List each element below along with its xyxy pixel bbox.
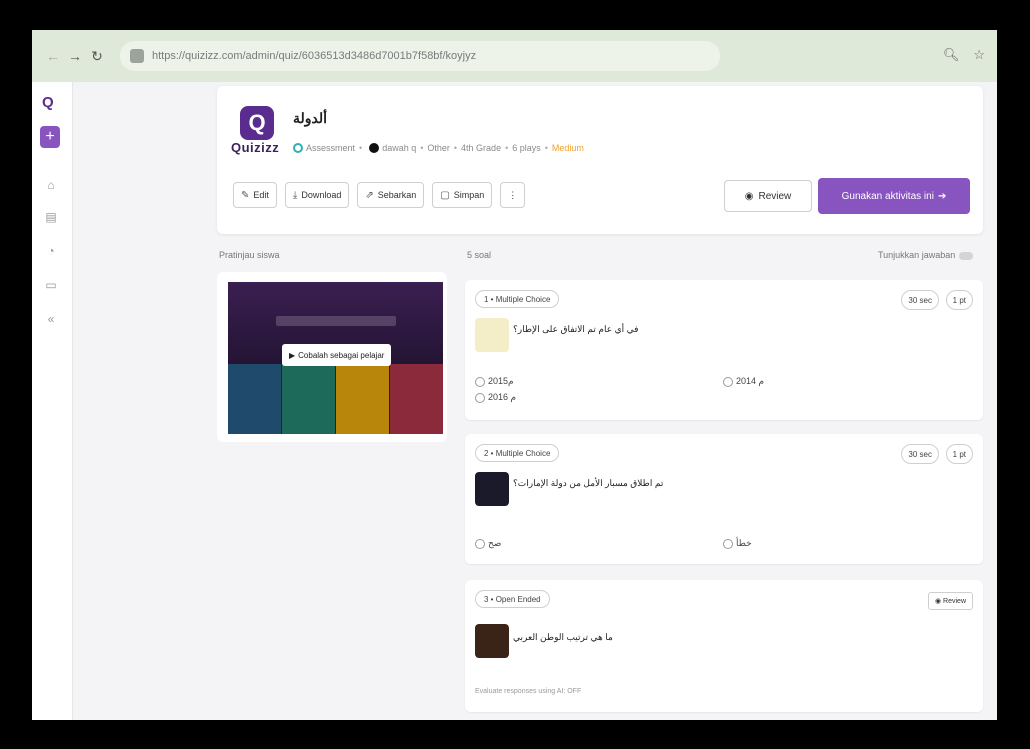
download-icon: ⤓ [292, 189, 298, 201]
quiz-header-card: Q Quizizz ألدولة Assessment • dawah q • … [217, 86, 983, 234]
home-icon[interactable]: ⌂ [43, 178, 59, 194]
question-card-3[interactable]: 3 • Open Ended ◉ Review ما هي ترتيب الوط… [465, 580, 983, 712]
question-type-badge: 3 • Open Ended [475, 590, 550, 608]
classes-icon[interactable]: ▭ [43, 278, 59, 294]
try-as-student-label: Cobalah sebagai pelajar [298, 350, 385, 360]
more-options-button[interactable]: ⋮ [500, 182, 526, 208]
site-info-icon[interactable] [130, 49, 144, 63]
question-image [475, 624, 509, 658]
review-label: Review [758, 190, 792, 202]
eye-icon: ◉ [744, 190, 754, 202]
question-count-label: 5 soal [467, 250, 492, 260]
download-button[interactable]: ⤓ Download [284, 182, 350, 208]
radio-icon [475, 376, 485, 387]
edit-label: Edit [253, 190, 269, 200]
library-icon[interactable]: ▤ [43, 210, 59, 226]
student-preview-card: ▶ Cobalah sebagai pelajar [217, 272, 447, 442]
question-type-badge: 1 • Multiple Choice [475, 290, 560, 308]
question-text: ما هي ترتيب الوطن العربي [513, 632, 613, 642]
preview-thumbnail: ▶ Cobalah sebagai pelajar [228, 282, 443, 434]
collapse-icon[interactable]: « [43, 312, 59, 328]
quiz-subject: Other [427, 143, 450, 153]
question-text: في أي عام تم الاتفاق على الإطار؟ [513, 324, 639, 334]
quizizz-logo-icon[interactable]: Q [42, 94, 54, 111]
question-card-1[interactable]: 1 • Multiple Choice 30 sec 1 pt في أي عا… [465, 280, 983, 420]
radio-icon [723, 538, 733, 549]
try-as-student-button[interactable]: ▶ Cobalah sebagai pelajar [282, 344, 392, 366]
arrow-right-icon: ➔ [937, 190, 947, 202]
edit-icon: ✎ [241, 189, 250, 201]
reload-icon[interactable]: ↻ [86, 48, 108, 65]
assign-activity-button[interactable]: Gunakan aktivitas ini ➔ [818, 178, 970, 214]
reports-icon[interactable]: ◔ [43, 244, 59, 260]
brand-wordmark: Quizizz [231, 140, 280, 155]
ai-eval-note: Evaluate responses using AI: OFF [475, 688, 582, 695]
answer-option: 2014 م [723, 376, 764, 387]
assessment-icon [293, 143, 303, 153]
preview-option-4 [390, 364, 443, 434]
preview-option-2 [282, 364, 335, 434]
answer-option: خطأ [723, 538, 752, 549]
question-card-2[interactable]: 2 • Multiple Choice 30 sec 1 pt تم اطلاق… [465, 434, 983, 564]
quiz-grade: 4th Grade [461, 143, 502, 153]
preview-option-1 [228, 364, 281, 434]
address-bar[interactable]: https://quizizz.com/admin/quiz/6036513d3… [120, 41, 720, 71]
forward-arrow-icon[interactable]: → [64, 48, 86, 64]
quiz-type: Assessment [306, 143, 356, 153]
toggle-switch[interactable] [959, 251, 974, 260]
share-button[interactable]: ⇗ Sebarkan [357, 182, 425, 208]
assign-label: Gunakan aktivitas ini [841, 190, 934, 202]
star-icon[interactable]: ☆ [973, 47, 985, 63]
show-answers-toggle[interactable]: Tunjukkan jawaban [878, 250, 974, 260]
quiz-title: ألدولة [293, 110, 328, 126]
browser-toolbar: ← → ↻ https://quizizz.com/admin/quiz/603… [32, 30, 997, 82]
time-pill: 30 sec [901, 444, 939, 464]
author-avatar [369, 143, 380, 153]
preview-question-text [276, 316, 396, 326]
show-answers-label: Tunjukkan jawaban [878, 250, 956, 260]
quiz-difficulty: Medium [551, 143, 584, 153]
create-button[interactable]: + [40, 126, 60, 148]
main-content: Q Quizizz ألدولة Assessment • dawah q • … [73, 82, 997, 720]
folder-icon: ▢ [440, 189, 450, 201]
share-icon: ⇗ [365, 189, 374, 201]
app-window: ← → ↻ https://quizizz.com/admin/quiz/603… [32, 30, 997, 720]
question-text: تم اطلاق مسبار الأمل من دولة الإمارات؟ [513, 478, 664, 488]
radio-icon [475, 538, 485, 549]
answer-option: 2016 م [475, 392, 516, 403]
quiz-toolbar: ✎ Edit ⤓ Download ⇗ Sebarkan ▢ Simpan ⋮ [233, 182, 526, 208]
back-arrow-icon[interactable]: ← [42, 48, 64, 64]
eye-icon: ◉ [934, 598, 944, 605]
answer-option: صح [475, 538, 501, 549]
radio-icon [475, 392, 485, 403]
quizizz-q-icon: Q [240, 106, 274, 140]
quiz-author[interactable]: dawah q [382, 143, 416, 153]
share-label: Sebarkan [377, 190, 417, 200]
preview-section-label: Pratinjau siswa [219, 250, 280, 260]
question-image [475, 318, 509, 352]
question-type-badge: 2 • Multiple Choice [475, 444, 560, 462]
time-pill: 30 sec [901, 290, 939, 310]
answer-option: 2015م [475, 376, 514, 387]
radio-icon [723, 376, 733, 387]
more-icon: ⋮ [508, 189, 518, 200]
question-review-button[interactable]: ◉ Review [927, 592, 973, 610]
url-text: https://quizizz.com/admin/quiz/6036513d3… [152, 50, 477, 62]
quiz-meta: Assessment • dawah q • Other • 4th Grade… [293, 143, 584, 153]
points-pill: 1 pt [945, 290, 973, 310]
points-pill: 1 pt [945, 444, 973, 464]
zoom-icon[interactable]: 🔍︎ [943, 47, 960, 63]
left-rail: Q + ⌂ ▤ ◔ ▭ « [32, 82, 73, 720]
preview-option-3 [336, 364, 389, 434]
edit-button[interactable]: ✎ Edit [233, 182, 277, 208]
review-button[interactable]: ◉ Review [724, 180, 812, 212]
question-image [475, 472, 509, 506]
download-label: Download [301, 190, 342, 200]
quiz-plays: 6 plays [512, 143, 541, 153]
save-button[interactable]: ▢ Simpan [432, 182, 493, 208]
play-icon: ▶ [289, 350, 296, 360]
save-label: Simpan [453, 190, 485, 200]
